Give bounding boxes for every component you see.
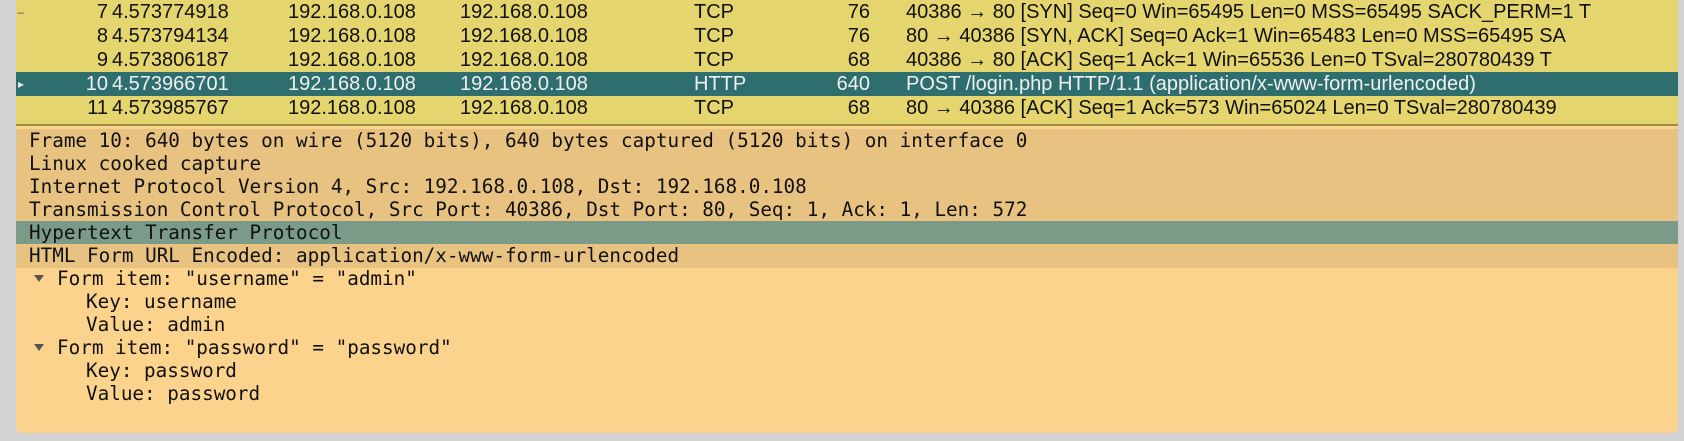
packet-number: 8: [96, 25, 108, 47]
packet-time: 4.573985767: [112, 97, 229, 119]
packet-protocol: TCP: [694, 25, 734, 47]
detail-value-username-label: Value: admin: [86, 313, 226, 336]
detail-tcp[interactable]: Transmission Control Protocol, Src Port:…: [16, 198, 1678, 222]
packet-list[interactable]: – 7 4.573774918 192.168.0.108 192.168.0.…: [16, 0, 1678, 126]
packet-time: 4.573794134: [112, 25, 229, 47]
detail-linux-cooked[interactable]: Linux cooked capture: [16, 152, 1678, 176]
packet-row-selected[interactable]: ▸ 10 4.573966701 192.168.0.108 192.168.0…: [16, 72, 1678, 96]
packet-row-marker: ▸: [17, 77, 25, 91]
packet-destination: 192.168.0.108: [460, 25, 588, 47]
packet-destination: 192.168.0.108: [460, 49, 588, 71]
detail-value-username[interactable]: Value: admin: [16, 313, 1678, 337]
packet-time: 4.573806187: [112, 49, 229, 71]
detail-form-item-password-label: Form item: "password" = "password": [57, 336, 452, 359]
detail-value-password[interactable]: Value: password: [16, 382, 1678, 406]
packet-info: 40386 → 80 [SYN] Seq=0 Win=65495 Len=0 M…: [906, 1, 1592, 23]
packet-row[interactable]: 8 4.573794134 192.168.0.108 192.168.0.10…: [16, 24, 1678, 48]
packet-protocol: TCP: [694, 97, 734, 119]
packet-destination: 192.168.0.108: [460, 73, 588, 95]
packet-source: 192.168.0.108: [288, 97, 416, 119]
packet-number: 7: [96, 1, 108, 23]
detail-form-item-password[interactable]: Form item: "password" = "password": [16, 336, 1678, 360]
detail-form-urlencoded[interactable]: HTML Form URL Encoded: application/x-www…: [16, 244, 1678, 268]
packet-length: 76: [847, 25, 870, 47]
detail-linux-cooked-label: Linux cooked capture: [29, 152, 262, 175]
packet-number: 9: [96, 49, 108, 71]
packet-source: 192.168.0.108: [288, 73, 416, 95]
detail-http[interactable]: Hypertext Transfer Protocol: [16, 221, 1678, 245]
packet-length: 68: [847, 49, 870, 71]
packet-info: 80 → 40386 [SYN, ACK] Seq=0 Ack=1 Win=65…: [906, 25, 1566, 47]
packet-protocol: TCP: [694, 49, 734, 71]
detail-key-username-label: Key: username: [86, 290, 237, 313]
detail-key-password-label: Key: password: [86, 359, 237, 382]
packet-number: 11: [87, 97, 108, 119]
detail-tcp-label: Transmission Control Protocol, Src Port:…: [29, 198, 1028, 221]
detail-form-item-username-label: Form item: "username" = "admin": [57, 267, 417, 290]
packet-length: 68: [847, 97, 870, 119]
detail-frame[interactable]: Frame 10: 640 bytes on wire (5120 bits),…: [16, 129, 1678, 153]
packet-source: 192.168.0.108: [288, 1, 416, 23]
expand-triangle-icon[interactable]: [34, 275, 44, 282]
packet-length: 640: [836, 73, 870, 95]
detail-http-label: Hypertext Transfer Protocol: [29, 221, 343, 244]
packet-row-marker: –: [17, 5, 25, 19]
expand-triangle-icon[interactable]: [34, 344, 44, 351]
wireshark-window: – 7 4.573774918 192.168.0.108 192.168.0.…: [16, 0, 1678, 433]
packet-info: 80 → 40386 [ACK] Seq=1 Ack=573 Win=65024…: [906, 97, 1557, 119]
packet-row[interactable]: – 7 4.573774918 192.168.0.108 192.168.0.…: [16, 0, 1678, 24]
detail-key-username[interactable]: Key: username: [16, 290, 1678, 314]
packet-row[interactable]: 11 4.573985767 192.168.0.108 192.168.0.1…: [16, 96, 1678, 120]
packet-source: 192.168.0.108: [288, 25, 416, 47]
detail-form-urlencoded-label: HTML Form URL Encoded: application/x-www…: [29, 244, 680, 267]
detail-frame-label: Frame 10: 640 bytes on wire (5120 bits),…: [29, 129, 1028, 152]
packet-destination: 192.168.0.108: [460, 97, 588, 119]
packet-row[interactable]: 9 4.573806187 192.168.0.108 192.168.0.10…: [16, 48, 1678, 72]
packet-source: 192.168.0.108: [288, 49, 416, 71]
detail-key-password[interactable]: Key: password: [16, 359, 1678, 383]
detail-form-item-username[interactable]: Form item: "username" = "admin": [16, 267, 1678, 291]
packet-protocol: HTTP: [694, 73, 747, 95]
packet-info: 40386 → 80 [ACK] Seq=1 Ack=1 Win=65536 L…: [906, 49, 1552, 71]
detail-ipv4-label: Internet Protocol Version 4, Src: 192.16…: [29, 175, 807, 198]
packet-destination: 192.168.0.108: [460, 1, 588, 23]
packet-details-pane[interactable]: Frame 10: 640 bytes on wire (5120 bits),…: [16, 126, 1678, 433]
packet-number: 10: [85, 73, 108, 95]
detail-ipv4[interactable]: Internet Protocol Version 4, Src: 192.16…: [16, 175, 1678, 199]
packet-protocol: TCP: [694, 1, 734, 23]
detail-value-password-label: Value: password: [86, 382, 261, 405]
packet-length: 76: [847, 1, 870, 23]
packet-time: 4.573966701: [112, 73, 229, 95]
packet-time: 4.573774918: [112, 1, 229, 23]
packet-info: POST /login.php HTTP/1.1 (application/x-…: [906, 73, 1476, 95]
